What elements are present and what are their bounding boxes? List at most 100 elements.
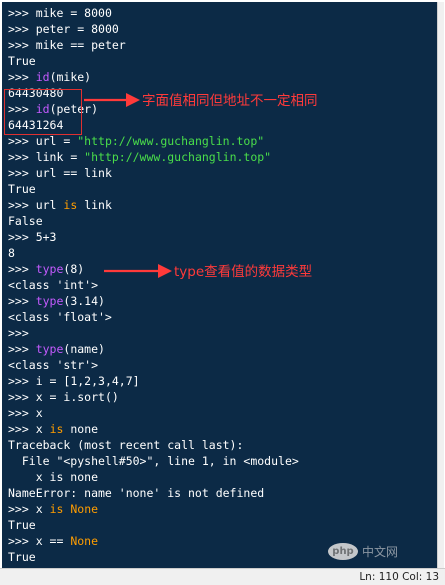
shell-token: mike == peter [35, 38, 126, 52]
python-shell-output[interactable]: >>> mike = 8000 >>> peter = 8000 >>> mike … [2, 2, 437, 568]
arrow-icon [104, 264, 172, 278]
php-logo-icon: php [328, 543, 358, 560]
shell-line: >>> x is none [8, 421, 299, 437]
shell-line: >>> x == None [8, 533, 299, 549]
shell-token: >>> [8, 38, 36, 52]
shell-line: True [8, 549, 299, 565]
shell-token: <class 'float'> [8, 310, 112, 324]
shell-token: (3.14) [63, 294, 105, 308]
shell-token: url = [35, 134, 78, 148]
shell-token: is [49, 502, 64, 516]
shell-token: peter = 8000 [35, 22, 119, 36]
shell-token: is [49, 422, 64, 436]
shell-token: x is none [8, 470, 99, 484]
shell-token: is [63, 198, 78, 212]
watermark: php 中文网 [328, 543, 398, 560]
shell-token: >>> [8, 262, 36, 276]
shell-token: url [35, 198, 64, 212]
shell-token: x == [35, 534, 71, 548]
type-annotation: type查看值的数据类型 [174, 264, 313, 280]
highlight-box [4, 89, 82, 135]
shell-token: (8) [63, 262, 85, 276]
shell-line: False [8, 213, 299, 229]
shell-token: <class 'int'> [8, 278, 99, 292]
shell-line: >>> x [8, 405, 299, 421]
shell-line: >>> type(name) [8, 341, 299, 357]
shell-line: File "<pyshell#50>", line 1, in <module> [8, 453, 299, 469]
shell-token: x [35, 406, 43, 420]
shell-line: True [8, 517, 299, 533]
shell-token: >>> [8, 422, 36, 436]
vertical-scrollbar[interactable] [437, 2, 444, 568]
shell-token: NameError: name 'none' is not defined [8, 486, 265, 500]
shell-token: i = [1,2,3,4,7] [35, 374, 140, 388]
shell-line: >>> mike = 8000 [8, 5, 299, 21]
shell-token: 8 [8, 246, 15, 260]
shell-token: "http://www.guchanglin.top" [77, 134, 265, 148]
shell-token: link [77, 198, 112, 212]
shell-line: >>> url == link [8, 165, 299, 181]
shell-line: NameError: name 'none' is not defined [8, 485, 299, 501]
shell-token: <class 'str'> [8, 358, 99, 372]
shell-token: >>> [8, 294, 36, 308]
watermark-text: 中文网 [362, 545, 399, 559]
shell-line: >>> x is None [8, 501, 299, 517]
shell-line: >>> url = "http://www.guchanglin.top" [8, 133, 299, 149]
shell-token: "http://www.guchanglin.top" [84, 150, 272, 164]
shell-line: x is none [8, 469, 299, 485]
shell-token: id [35, 70, 50, 84]
shell-token: >>> [8, 342, 36, 356]
shell-line: Traceback (most recent call last): [8, 437, 299, 453]
shell-line: >>> mike == peter [8, 37, 299, 53]
shell-token: File "<pyshell#50>", line 1, in <module> [8, 454, 299, 468]
shell-token: >>> [8, 22, 36, 36]
shell-token: url == link [35, 166, 112, 180]
address-annotation: 字面值相同但地址不一定相同 [142, 93, 318, 109]
shell-token: >>> [8, 166, 36, 180]
shell-token: True [8, 518, 36, 532]
shell-token: link = [35, 150, 85, 164]
shell-token: x = i.sort() [35, 390, 119, 404]
shell-line: >>> url is link [8, 197, 299, 213]
shell-token: >>> [8, 326, 29, 340]
shell-token: None [70, 534, 99, 548]
shell-token: >>> [8, 502, 36, 516]
shell-line: <class 'str'> [8, 357, 299, 373]
status-bar: Ln: 110 Col: 13 [0, 568, 445, 585]
shell-token: x [35, 502, 50, 516]
shell-token: >>> [8, 534, 36, 548]
shell-token: >>> [8, 6, 36, 20]
shell-token: type [35, 342, 64, 356]
shell-line: 8 [8, 245, 299, 261]
shell-token: None [70, 502, 99, 516]
shell-line: True [8, 181, 299, 197]
shell-line: >>> peter = 8000 [8, 21, 299, 37]
shell-token: True [8, 550, 36, 564]
shell-token: >>> [8, 374, 36, 388]
shell-token: (name) [63, 342, 105, 356]
shell-token: Traceback (most recent call last): [8, 438, 244, 452]
shell-line: >>> 5+3 [8, 229, 299, 245]
shell-line: <class 'float'> [8, 309, 299, 325]
shell-token: (mike) [49, 70, 92, 84]
shell-token: x [35, 422, 50, 436]
shell-line: >>> x = i.sort() [8, 389, 299, 405]
shell-token: >>> [8, 390, 36, 404]
shell-token: >>> [8, 406, 36, 420]
shell-token: mike = 8000 [35, 6, 112, 20]
shell-line: >>> [8, 325, 299, 341]
shell-line: >>> link = "http://www.guchanglin.top" [8, 149, 299, 165]
shell-token: >>> [8, 230, 36, 244]
shell-token: False [8, 214, 43, 228]
shell-line: >>> type(3.14) [8, 293, 299, 309]
shell-token: >>> [8, 134, 36, 148]
shell-token: >>> [8, 150, 36, 164]
shell-line: True [8, 53, 299, 69]
shell-token: type [35, 294, 64, 308]
shell-line: >>> id(mike) [8, 69, 299, 85]
shell-line: >>> i = [1,2,3,4,7] [8, 373, 299, 389]
shell-token: True [8, 54, 36, 68]
shell-token: type [35, 262, 64, 276]
cursor-position: Ln: 110 Col: 13 [359, 571, 439, 583]
shell-token: 5+3 [35, 230, 57, 244]
